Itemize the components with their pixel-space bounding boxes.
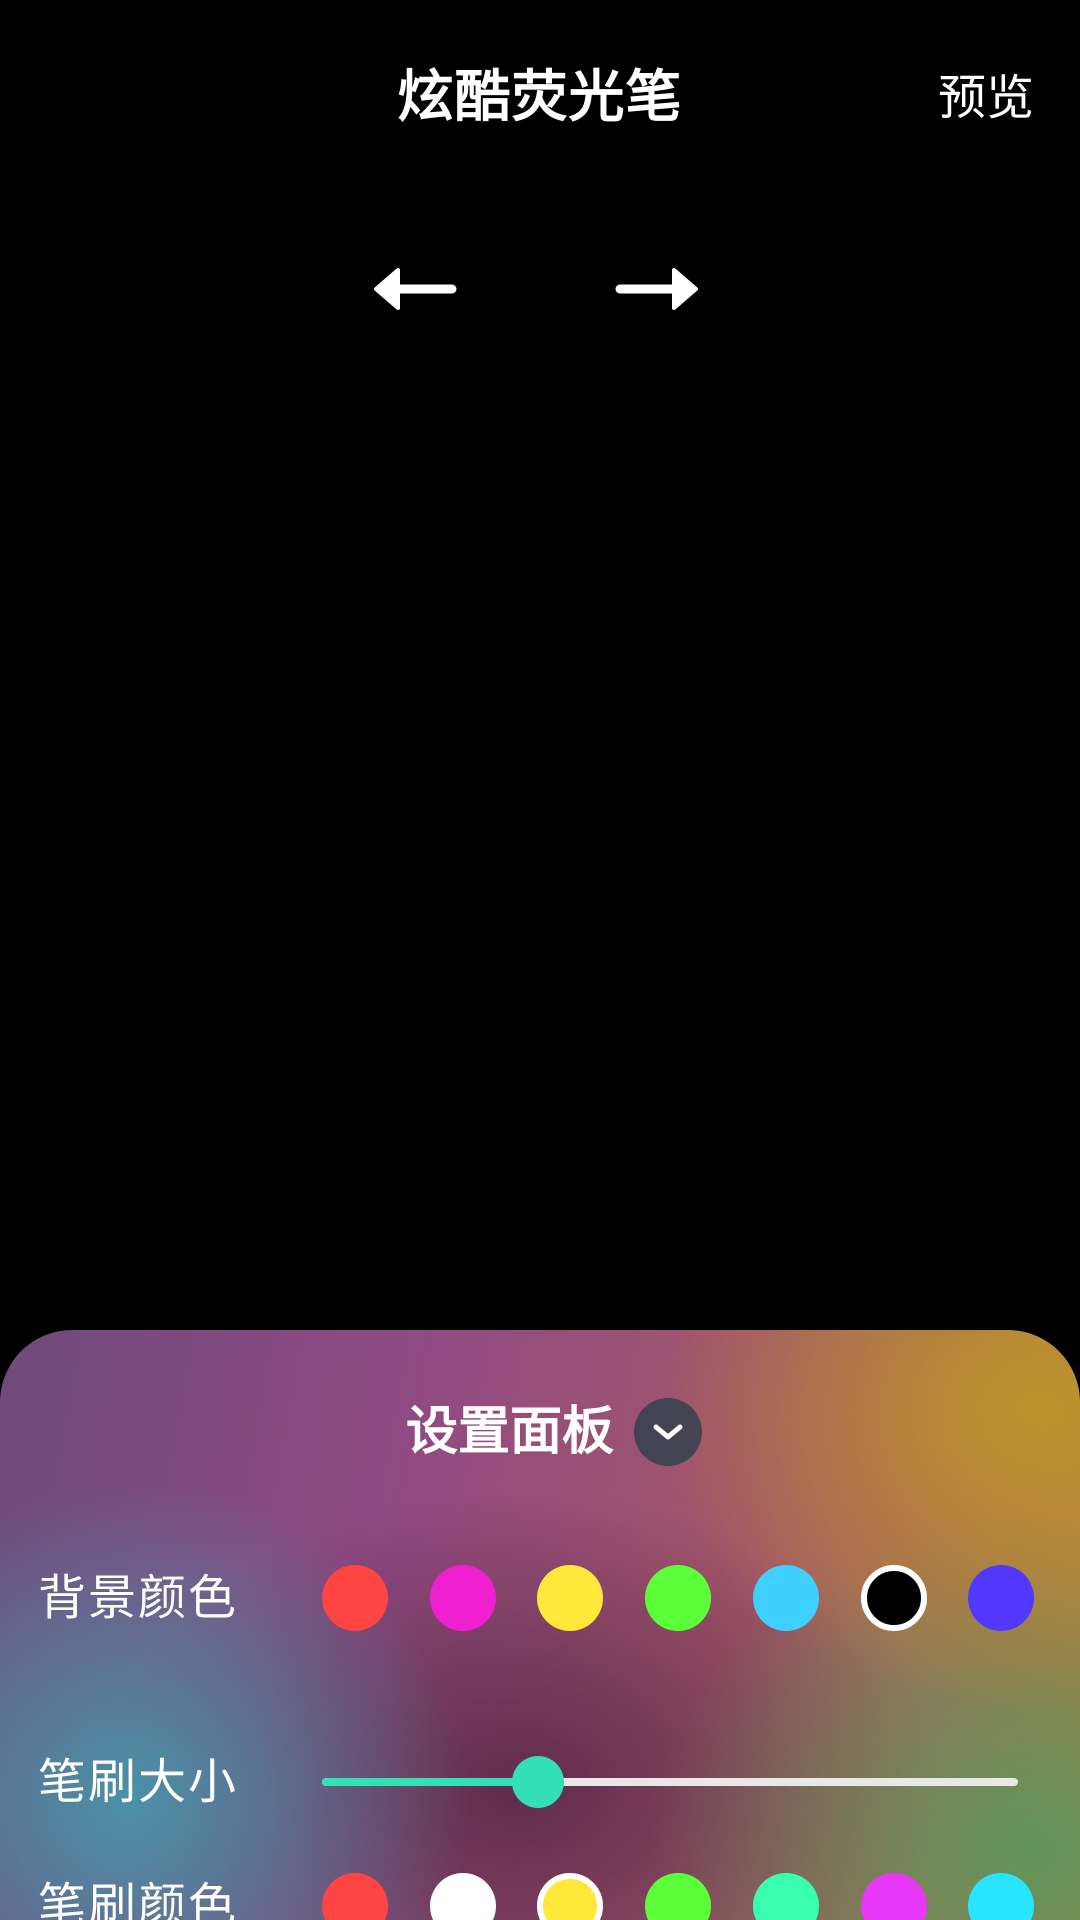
background-color-swatches (322, 1565, 1038, 1631)
redo-button[interactable] (608, 258, 704, 320)
brush-color-swatch-3[interactable] (537, 1873, 603, 1920)
settings-panel-title: 设置面板 (405, 1402, 614, 1462)
brush-color-swatch-4[interactable] (645, 1873, 711, 1920)
background-color-label: 背景颜色 (38, 1570, 239, 1626)
slider-fill (322, 1778, 538, 1786)
background-color-swatch-4[interactable] (645, 1565, 711, 1631)
background-color-swatch-1[interactable] (322, 1565, 388, 1631)
brush-color-swatch-2[interactable] (430, 1873, 496, 1920)
background-color-swatch-3[interactable] (537, 1565, 603, 1631)
undo-button[interactable] (368, 258, 464, 320)
arrow-left-icon (374, 268, 457, 310)
collapse-panel-button[interactable] (634, 1398, 702, 1466)
brush-color-swatch-7[interactable] (968, 1873, 1034, 1920)
settings-panel-header: 设置面板 (0, 1396, 1080, 1468)
settings-panel: 设置面板 背景颜色 笔刷大小 笔刷颜色 (0, 1330, 1080, 1920)
chevron-down-icon (653, 1424, 683, 1440)
brush-size-label: 笔刷大小 (38, 1754, 239, 1810)
app-screen: 炫酷荧光笔 预览 设置面板 背景颜色 笔刷大小 笔刷颜色 (0, 0, 1080, 1920)
brush-color-swatches (322, 1873, 1038, 1920)
brush-color-label: 笔刷颜色 (38, 1878, 239, 1920)
background-color-swatch-7[interactable] (968, 1565, 1034, 1631)
app-title: 炫酷荧光笔 (397, 65, 683, 130)
arrow-right-icon (615, 268, 698, 310)
brush-color-swatch-1[interactable] (322, 1873, 388, 1920)
drawing-canvas[interactable] (0, 340, 1080, 1330)
brush-size-slider[interactable] (322, 1750, 1018, 1814)
brush-color-swatch-5[interactable] (753, 1873, 819, 1920)
slider-thumb[interactable] (512, 1756, 564, 1808)
background-color-swatch-6[interactable] (861, 1565, 927, 1631)
background-color-swatch-2[interactable] (430, 1565, 496, 1631)
brush-color-swatch-6[interactable] (861, 1873, 927, 1920)
background-color-swatch-5[interactable] (753, 1565, 819, 1631)
preview-button[interactable]: 预览 (938, 58, 1034, 138)
